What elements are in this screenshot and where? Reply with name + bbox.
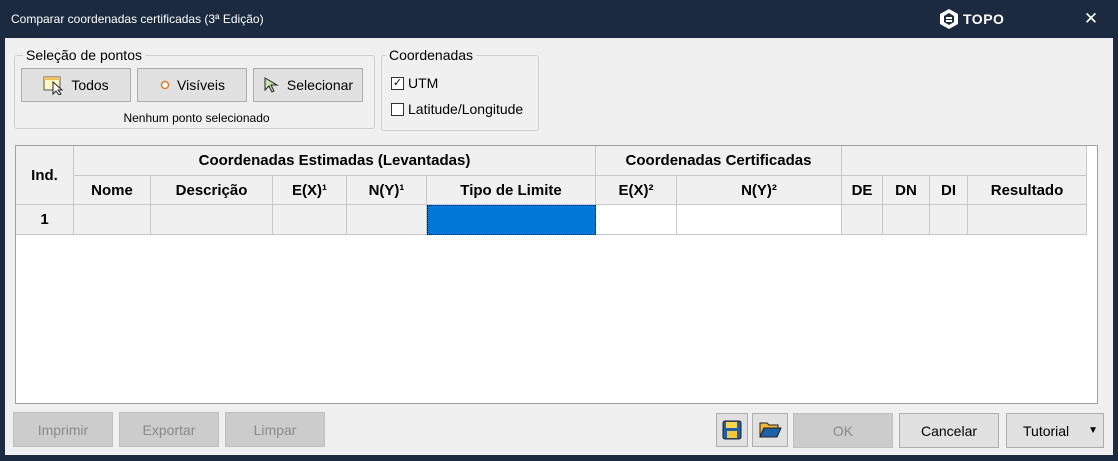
column-header-label: DN <box>895 181 917 199</box>
tutorial-label: Tutorial <box>1023 422 1070 439</box>
column-header-dn[interactable]: DN <box>883 176 930 205</box>
column-header-label: Resultado <box>990 181 1064 199</box>
column-header-label: E(X)² <box>618 181 654 199</box>
row-index-label: 1 <box>40 211 49 228</box>
print-button[interactable]: Imprimir <box>13 412 113 447</box>
latlong-label: Latitude/Longitude <box>408 101 524 117</box>
index-column-header: Ind. <box>16 146 74 205</box>
certified-coords-header: Coordenadas Certificadas <box>596 146 842 176</box>
column-header-ny1[interactable]: N(Y)¹ <box>347 176 427 205</box>
all-points-button[interactable]: Todos <box>21 68 131 102</box>
utm-checkbox[interactable]: ✓ <box>391 76 404 90</box>
latlong-checkbox[interactable] <box>391 102 404 116</box>
column-header-label: N(Y)¹ <box>368 181 405 199</box>
cursor-select-icon <box>263 76 281 94</box>
column-header-resultado[interactable]: Resultado <box>968 176 1087 205</box>
coordinates-grid[interactable]: Ind. Coordenadas Estimadas (Levantadas) … <box>15 145 1098 404</box>
visible-points-icon <box>159 79 171 91</box>
column-header-ny2[interactable]: N(Y)² <box>677 176 842 205</box>
save-icon <box>722 420 742 440</box>
topo-logo: TOPO <box>938 6 1004 32</box>
cell-resultado[interactable] <box>968 205 1087 235</box>
export-button[interactable]: Exportar <box>119 412 219 447</box>
cell-nome[interactable] <box>74 205 151 235</box>
cell-ex2[interactable] <box>596 205 677 235</box>
column-header-ex2[interactable]: E(X)² <box>596 176 677 205</box>
cell-ny1[interactable] <box>347 205 427 235</box>
dropdown-arrow-icon: ▼ <box>1088 425 1098 436</box>
estimated-coords-header: Coordenadas Estimadas (Levantadas) <box>74 146 596 176</box>
selection-status: Nenhum ponto selecionado <box>123 111 270 125</box>
ok-label: OK <box>832 422 854 439</box>
column-header-label: DI <box>941 181 956 199</box>
tutorial-button[interactable]: Tutorial ▼ <box>1006 413 1104 448</box>
cancel-button[interactable]: Cancelar <box>899 413 999 448</box>
column-header-label: Tipo de Limite <box>460 181 562 199</box>
column-header-label: E(X)¹ <box>292 181 327 199</box>
cell-dn[interactable] <box>883 205 930 235</box>
certified-coords-label: Coordenadas Certificadas <box>625 152 812 169</box>
column-header-label: Nome <box>91 181 133 199</box>
visible-points-label: Visíveis <box>177 77 225 93</box>
title-bar: Comparar coordenadas certificadas (3ª Ed… <box>0 0 1118 38</box>
select-points-label: Selecionar <box>286 77 354 93</box>
export-label: Exportar <box>142 421 196 438</box>
save-button[interactable] <box>716 413 748 447</box>
column-header-label: Descrição <box>175 181 248 199</box>
topo-logo-icon <box>940 9 958 29</box>
print-label: Imprimir <box>37 421 89 438</box>
window-title: Comparar coordenadas certificadas (3ª Ed… <box>11 12 264 26</box>
clear-button[interactable]: Limpar <box>225 412 325 447</box>
estimated-coords-label: Coordenadas Estimadas (Levantadas) <box>198 152 471 169</box>
column-header-tipo-limite[interactable]: Tipo de Limite <box>427 176 596 205</box>
visible-points-button[interactable]: Visíveis <box>137 68 247 102</box>
row-index-cell[interactable]: 1 <box>16 205 74 235</box>
column-header-nome[interactable]: Nome <box>74 176 151 205</box>
index-header-label: Ind. <box>31 166 58 184</box>
results-group-header <box>842 146 1087 176</box>
close-icon: ✕ <box>1083 9 1099 28</box>
point-selection-legend: Seleção de pontos <box>23 47 145 63</box>
all-points-label: Todos <box>71 77 109 93</box>
latlong-checkbox-row[interactable]: Latitude/Longitude <box>391 101 523 117</box>
open-button[interactable] <box>752 413 788 447</box>
cell-ny2[interactable] <box>677 205 842 235</box>
clear-label: Limpar <box>253 421 297 438</box>
cell-di[interactable] <box>930 205 968 235</box>
column-header-di[interactable]: DI <box>930 176 968 205</box>
folder-open-icon <box>759 422 782 438</box>
logo-text: TOPO <box>963 11 1005 27</box>
column-header-label: N(Y)² <box>741 181 777 199</box>
select-all-icon <box>43 75 65 95</box>
cell-tipo-limite[interactable] <box>427 205 596 235</box>
column-header-de[interactable]: DE <box>842 176 883 205</box>
cancel-label: Cancelar <box>920 422 978 439</box>
coordinates-group: Coordenadas <box>381 47 539 131</box>
ok-button[interactable]: OK <box>793 413 893 448</box>
dialog-body: Seleção de pontos Todos Visíveis Selecio… <box>5 38 1113 455</box>
column-header-label: DE <box>851 181 873 199</box>
coordinates-legend: Coordenadas <box>386 47 477 63</box>
close-button[interactable]: ✕ <box>1078 6 1104 32</box>
select-points-button[interactable]: Selecionar <box>253 68 363 102</box>
check-icon: ✓ <box>392 76 403 89</box>
column-header-descricao[interactable]: Descrição <box>151 176 273 205</box>
utm-checkbox-row[interactable]: ✓ UTM <box>391 75 438 91</box>
column-header-ex1[interactable]: E(X)¹ <box>273 176 347 205</box>
cell-descricao[interactable] <box>151 205 273 235</box>
cell-ex1[interactable] <box>273 205 347 235</box>
utm-label: UTM <box>408 75 439 91</box>
cell-de[interactable] <box>842 205 883 235</box>
